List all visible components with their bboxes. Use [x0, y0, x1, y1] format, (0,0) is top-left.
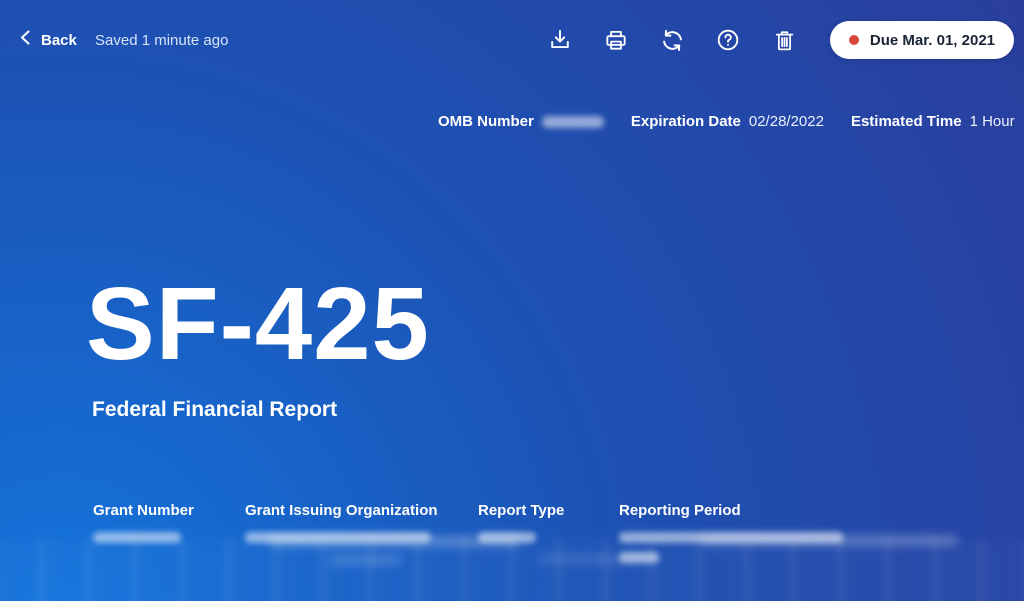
grant-number-column: Grant Number	[93, 502, 245, 563]
page-subtitle: Federal Financial Report	[92, 398, 337, 422]
sync-icon	[659, 27, 686, 54]
sf425-report-header-screen: Back Saved 1 minute ago	[0, 0, 1024, 601]
page-title: SF-425	[86, 262, 430, 386]
reporting-period-value-redacted	[619, 532, 843, 543]
report-type-column: Report Type	[478, 502, 619, 563]
estimated-time-label: Estimated Time	[851, 113, 962, 130]
grant-details-row: Grant Number Grant Issuing Organization …	[93, 502, 919, 563]
autosave-status: Saved 1 minute ago	[95, 32, 228, 49]
due-dot-icon	[849, 35, 859, 45]
omb-number-label: OMB Number	[438, 113, 534, 130]
trash-icon	[772, 27, 797, 53]
reporting-period-value-redacted	[619, 552, 659, 563]
back-label: Back	[41, 32, 77, 49]
reporting-period-label: Reporting Period	[619, 502, 919, 519]
print-icon	[603, 27, 629, 53]
grant-number-value-redacted	[93, 532, 181, 543]
omb-number-field: OMB Number	[438, 113, 604, 130]
sync-button[interactable]	[658, 26, 686, 54]
back-chevron-icon	[18, 29, 33, 51]
delete-button[interactable]	[770, 26, 798, 54]
estimated-time-value: 1 Hour	[970, 113, 1015, 130]
expiration-date-label: Expiration Date	[631, 113, 741, 130]
print-button[interactable]	[602, 26, 630, 54]
expiration-date-value: 02/28/2022	[749, 113, 824, 130]
grant-number-label: Grant Number	[93, 502, 245, 519]
back-button[interactable]: Back	[18, 29, 77, 51]
due-date-label: Due Mar. 01, 2021	[870, 32, 995, 49]
help-icon	[715, 27, 741, 53]
estimated-time-field: Estimated Time 1 Hour	[851, 113, 1015, 130]
grant-issuing-org-column: Grant Issuing Organization	[245, 502, 478, 563]
toolbar	[546, 26, 798, 54]
grant-issuing-org-value-redacted	[245, 532, 431, 543]
grant-issuing-org-label: Grant Issuing Organization	[245, 502, 478, 519]
omb-number-value-redacted	[542, 116, 604, 128]
report-type-label: Report Type	[478, 502, 619, 519]
reporting-period-column: Reporting Period	[619, 502, 919, 563]
expiration-date-field: Expiration Date 02/28/2022	[631, 113, 824, 130]
help-button[interactable]	[714, 26, 742, 54]
download-button[interactable]	[546, 26, 574, 54]
report-type-value-redacted	[478, 532, 536, 543]
form-meta-row: OMB Number Expiration Date 02/28/2022 Es…	[438, 113, 1015, 130]
due-date-badge[interactable]: Due Mar. 01, 2021	[830, 21, 1014, 59]
download-icon	[547, 27, 573, 53]
